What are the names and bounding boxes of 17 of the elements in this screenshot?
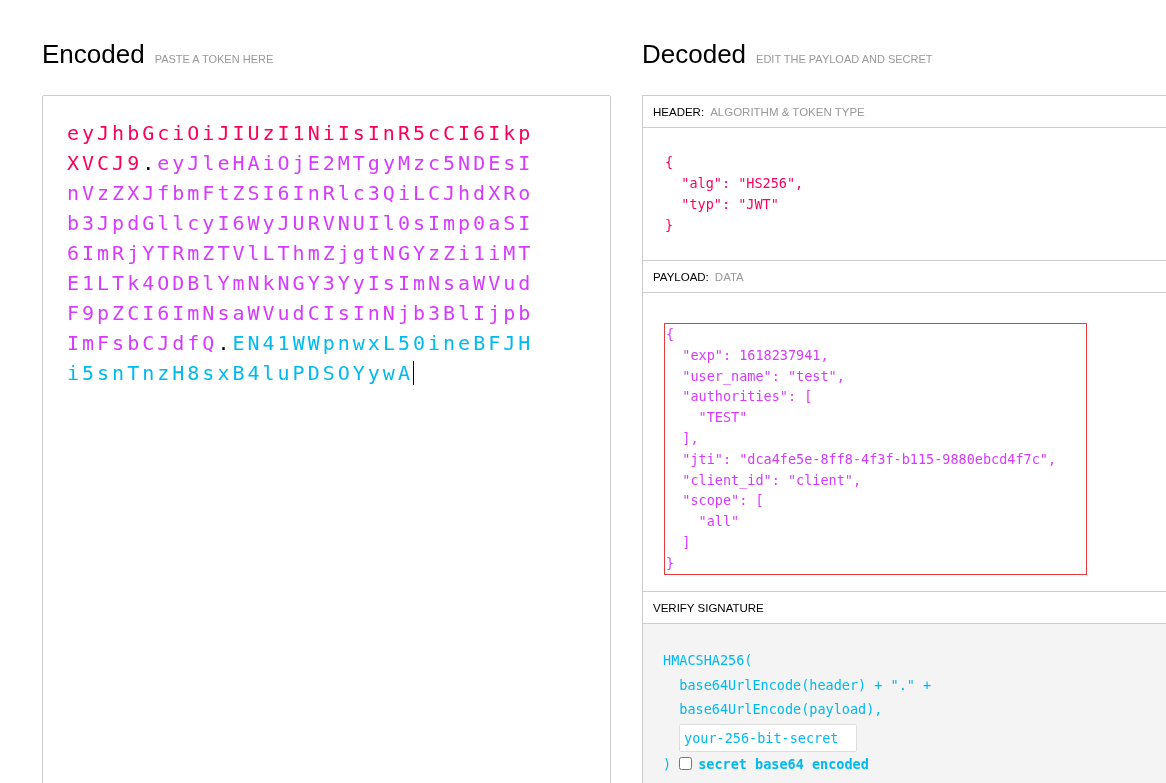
- payload-json[interactable]: { "exp": 1618237941, "user_name": "test", "authorities": [ "TEST" ], "jti": "dca4fe5e-8ff8-4f3f-b115-9880ebcd4f7c", "client_id": "client", "scope": [ "all" ] }: [664, 323, 1087, 575]
- base64-label: secret base64 encoded: [698, 755, 869, 772]
- closing-paren: ): [663, 754, 672, 774]
- header-json[interactable]: { "alg": "HS256", "typ": "JWT" }: [665, 152, 804, 236]
- token-field[interactable]: [42, 95, 611, 783]
- base64-checkbox[interactable]: [679, 757, 693, 771]
- decoded-hint: EDIT THE PAYLOAD AND SECRET: [756, 52, 933, 65]
- payload-section-sublabel: DATA: [714, 270, 744, 283]
- token-text: eyJhbGciOiJIUzI1NiIsInR5cCI6IkpXVCJ9.eyJleHAiOjE2MTgyMzc5NDEsInVzZXJfbmFtZSI6InRlc3QiLCJhdXRob3JpdGllcyI6WyJURVNUIl0sImp0aSI6ImRjYTRmZTVlLThmZjgtNGYzZi1iMTE1LTk4ODBlYmNkNGY3YyIsImNsaWVudF9pZCI6ImNsaWVudCIsInNjb3BlIjpbImFsbCJdfQ.EN41WWpnwxL50ineBFJHi5snTnzH8sxB4luPDSOYywA: [67, 120, 535, 387]
- payload-section-label: PAYLOAD:: [653, 270, 709, 283]
- secret-field[interactable]: your-256-bit-secret: [679, 723, 857, 752]
- encoded-title: Encoded: [42, 39, 145, 70]
- header-section-sublabel: ALGORITHM & TOKEN TYPE: [710, 105, 865, 118]
- signature-section-label: VERIFY SIGNATURE: [653, 601, 764, 614]
- decoded-title: Decoded: [642, 39, 747, 70]
- encoded-hint: PASTE A TOKEN HERE: [154, 52, 274, 65]
- header-section-label: HEADER:: [653, 105, 705, 118]
